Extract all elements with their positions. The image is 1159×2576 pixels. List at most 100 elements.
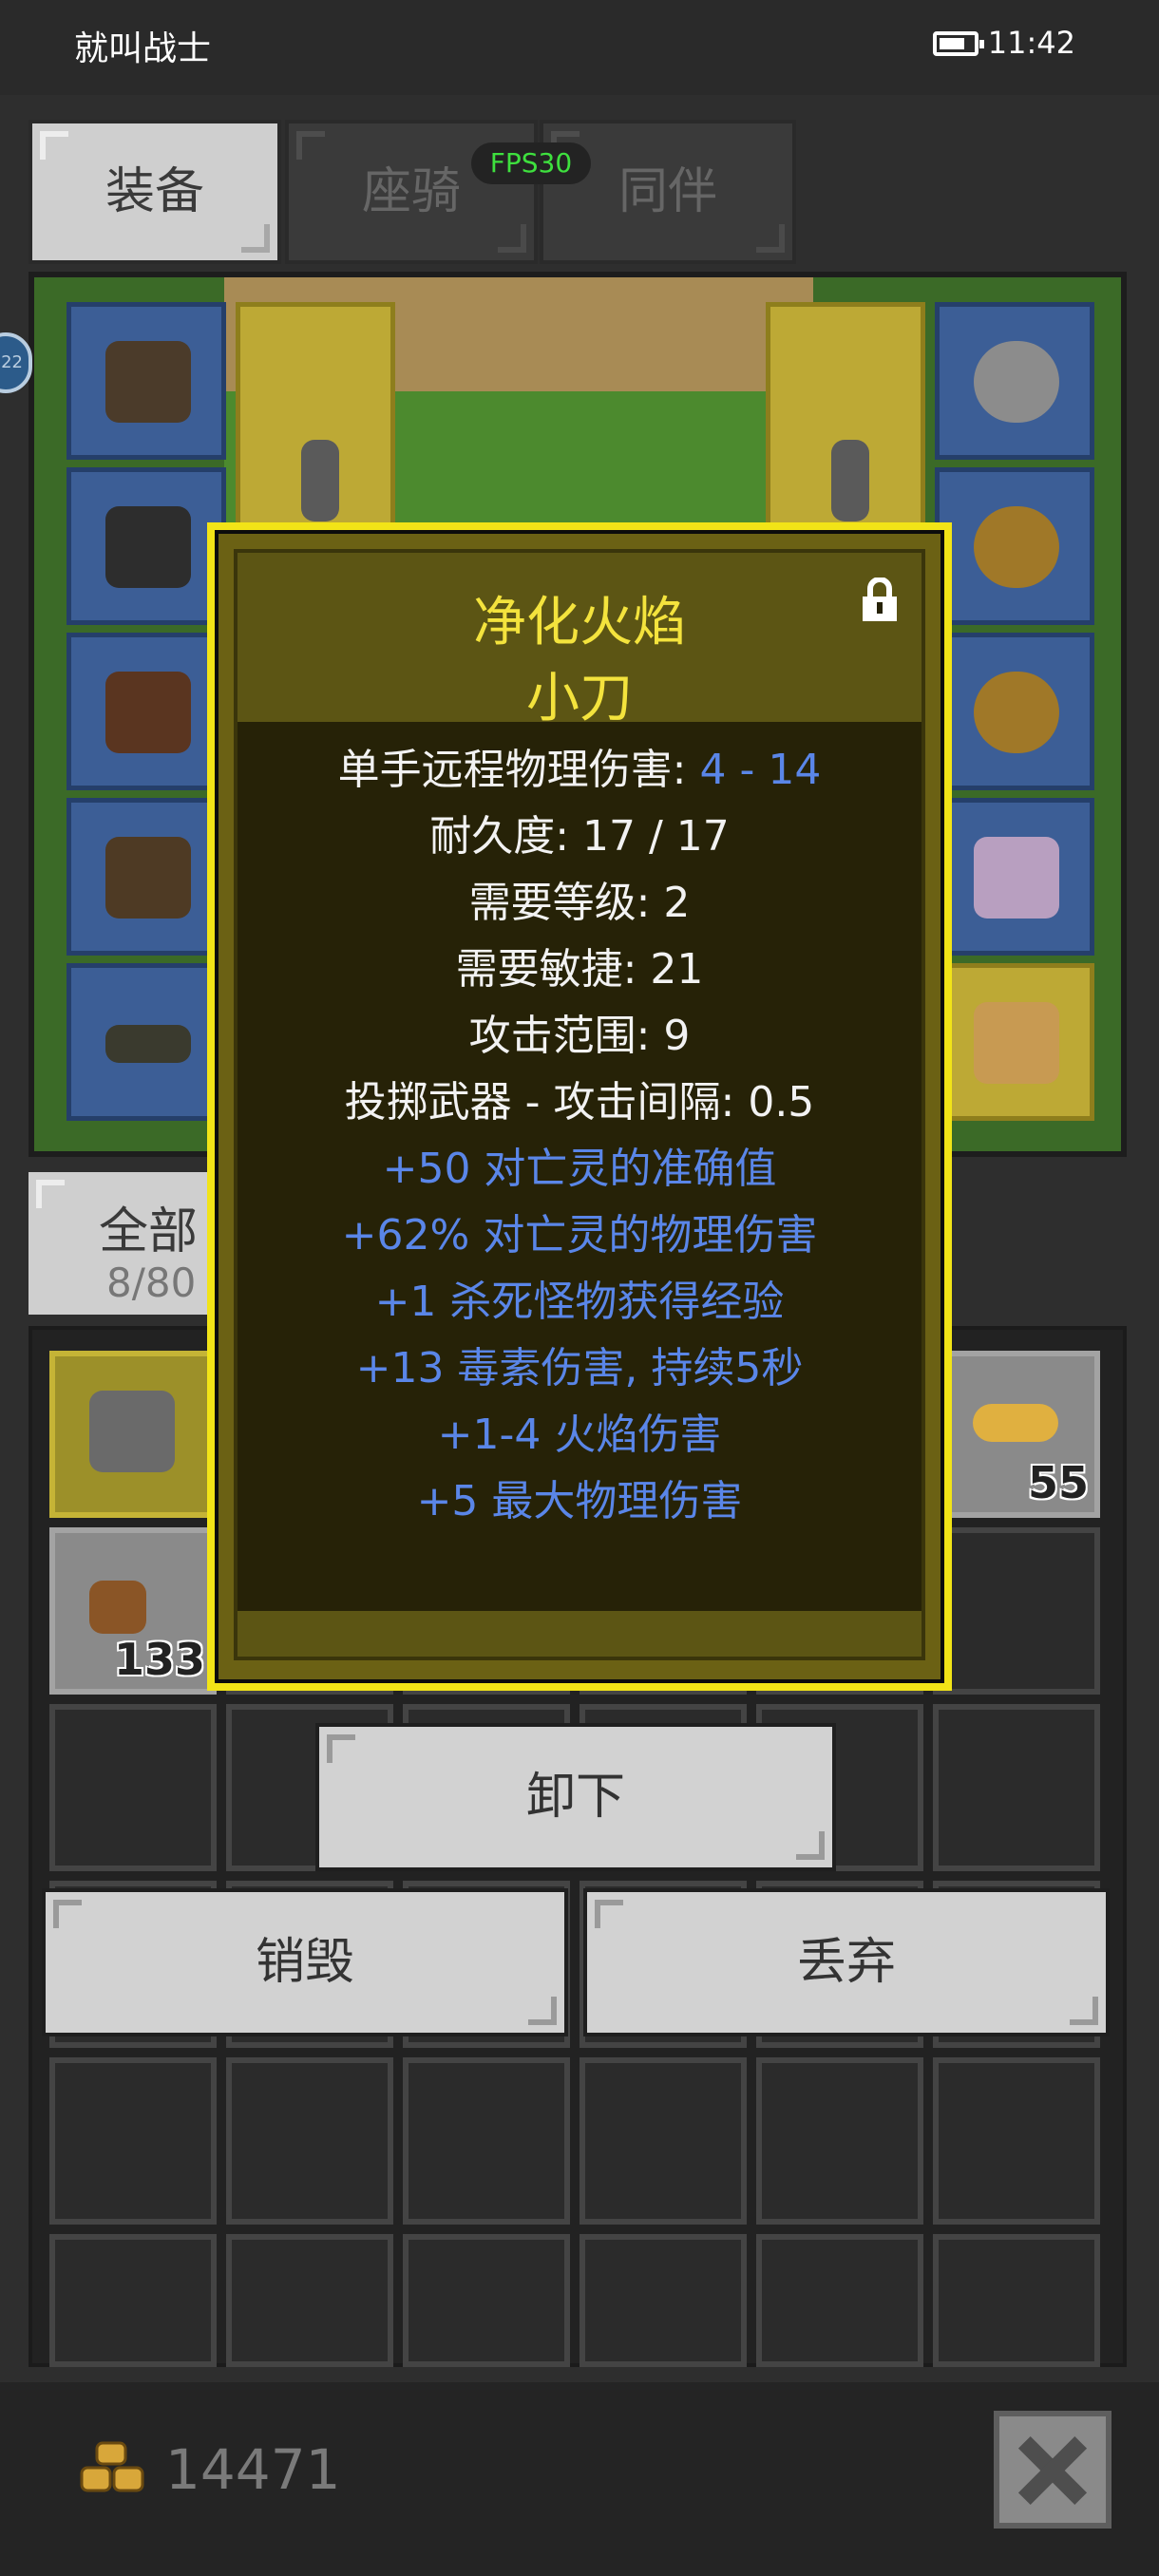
belt-icon <box>105 1025 191 1063</box>
stat-value: 4 - 14 <box>699 746 822 794</box>
stat-damage: 单手远程物理伤害: 4 - 14 <box>238 737 922 804</box>
inventory-slot[interactable] <box>49 1351 217 1518</box>
item-type: 小刀 <box>526 668 633 729</box>
boots-icon <box>105 837 191 919</box>
stat-durability: 耐久度: 17 / 17 <box>429 812 730 861</box>
tooltip-body: 净化火焰 小刀 单手远程物理伤害: 4 - 14 耐久度: 17 / 17 需要… <box>234 549 925 1660</box>
armor-icon <box>105 506 191 588</box>
corner-decoration <box>327 1734 355 1763</box>
corner-decoration <box>595 1900 623 1928</box>
filter-button[interactable]: 全部 8/80 <box>28 1172 218 1315</box>
tab-label: 装备 <box>104 163 204 220</box>
item-quantity: 133 <box>113 1634 205 1685</box>
cheese-icon <box>973 1404 1058 1442</box>
inventory-slot[interactable] <box>580 2057 747 2225</box>
inventory-slot[interactable] <box>226 2057 393 2225</box>
ring-icon <box>974 506 1059 588</box>
affix: +5 最大物理伤害 <box>416 1477 743 1525</box>
stat-attack-range: 攻击范围: 9 <box>468 1012 691 1060</box>
unequip-label: 卸下 <box>525 1769 625 1826</box>
affix: +1-4 火焰伤害 <box>437 1411 722 1459</box>
inventory-slot[interactable] <box>580 2234 747 2367</box>
equip-slot-boots[interactable] <box>66 798 226 956</box>
affix: +50 对亡灵的准确值 <box>382 1145 777 1193</box>
amulet-icon <box>974 341 1059 423</box>
side-badge[interactable]: 22 <box>0 332 32 393</box>
corner-decoration <box>498 224 526 253</box>
corner-decoration <box>528 1997 557 2025</box>
equip-slot-amulet[interactable] <box>935 302 1094 460</box>
tab-label: 座骑 <box>361 163 461 220</box>
affix: +1 杀死怪物获得经验 <box>374 1278 785 1326</box>
character-name: 就叫战士 <box>74 29 212 68</box>
equip-slot-gloves[interactable] <box>66 633 226 790</box>
tooltip-footer <box>238 1611 922 1657</box>
status-bar: 就叫战士 11:42 <box>0 0 1159 95</box>
destroy-button[interactable]: 销毁 <box>42 1888 568 2036</box>
inventory-slot[interactable] <box>49 1704 217 1871</box>
item-name: 净化火焰 <box>473 592 686 653</box>
stat-label: 单手远程物理伤害: <box>337 746 700 794</box>
discard-label: 丢弃 <box>796 1934 896 1991</box>
corner-decoration <box>796 1831 825 1860</box>
inventory-count: 8/80 <box>106 1260 197 1306</box>
knife-icon <box>831 440 869 521</box>
pet-icon <box>974 1002 1059 1084</box>
inventory-slot[interactable] <box>933 2234 1100 2367</box>
corner-decoration <box>756 224 785 253</box>
gold-amount: 14471 <box>165 2437 341 2502</box>
tab-companion[interactable]: 同伴 <box>540 120 796 264</box>
inventory-slot[interactable] <box>933 1704 1100 1871</box>
tab-mount[interactable]: 座骑 <box>285 120 538 264</box>
corner-decoration <box>241 224 270 253</box>
inventory-slot[interactable] <box>756 2057 923 2225</box>
axe-icon <box>89 1391 175 1472</box>
equip-slot-accessory-2[interactable] <box>935 963 1094 1121</box>
equip-slot-accessory-1[interactable] <box>935 798 1094 956</box>
charm-icon <box>974 837 1059 919</box>
inventory-slot[interactable] <box>49 2234 217 2367</box>
fps-counter: FPS30 <box>471 142 591 184</box>
inventory-slot[interactable]: 133 <box>49 1527 217 1695</box>
lock-icon[interactable] <box>861 578 899 623</box>
corner-decoration <box>53 1900 82 1928</box>
meat-icon <box>89 1581 146 1634</box>
tab-label: 同伴 <box>618 163 717 220</box>
affix: +62% 对亡灵的物理伤害 <box>341 1211 818 1260</box>
equip-slot-belt[interactable] <box>66 963 226 1121</box>
stat-attack-interval: 投掷武器 - 攻击间隔: 0.5 <box>344 1078 815 1127</box>
inventory-slot[interactable] <box>403 2234 570 2367</box>
tab-equipment[interactable]: 装备 <box>28 120 281 264</box>
item-tooltip: 净化火焰 小刀 单手远程物理伤害: 4 - 14 耐久度: 17 / 17 需要… <box>207 522 952 1691</box>
inventory-slot[interactable] <box>49 2057 217 2225</box>
corner-decoration <box>36 1180 65 1208</box>
knife-icon <box>301 440 339 521</box>
unequip-button[interactable]: 卸下 <box>315 1723 836 1871</box>
destroy-label: 销毁 <box>255 1934 354 1991</box>
equip-slot-ring-2[interactable] <box>935 633 1094 790</box>
close-button[interactable] <box>994 2411 1112 2529</box>
battery-icon <box>933 31 984 56</box>
discard-button[interactable]: 丢弃 <box>583 1888 1110 2036</box>
inventory-slot[interactable] <box>933 2057 1100 2225</box>
item-quantity: 55 <box>1027 1457 1089 1508</box>
corner-decoration <box>1070 1997 1098 2025</box>
inventory-slot[interactable] <box>933 1527 1100 1695</box>
clock: 11:42 <box>987 25 1075 61</box>
helmet-icon <box>105 341 191 423</box>
equip-slot-armor[interactable] <box>66 467 226 625</box>
filter-label: 全部 <box>99 1203 199 1260</box>
stat-required-level: 需要等级: 2 <box>468 879 691 927</box>
ring-icon <box>974 672 1059 753</box>
stat-required-dexterity: 需要敏捷: 21 <box>455 945 704 994</box>
inventory-slot[interactable] <box>756 2234 923 2367</box>
stat-list: 单手远程物理伤害: 4 - 14 耐久度: 17 / 17 需要等级: 2 需要… <box>238 737 922 1535</box>
corner-decoration <box>296 131 325 160</box>
inventory-slot[interactable]: 55 <box>933 1351 1100 1518</box>
corner-decoration <box>40 131 68 160</box>
inventory-slot[interactable] <box>403 2057 570 2225</box>
equip-slot-ring-1[interactable] <box>935 467 1094 625</box>
equip-slot-helmet[interactable] <box>66 302 226 460</box>
affix: +13 毒素伤害, 持续5秒 <box>355 1344 804 1392</box>
inventory-slot[interactable] <box>226 2234 393 2367</box>
